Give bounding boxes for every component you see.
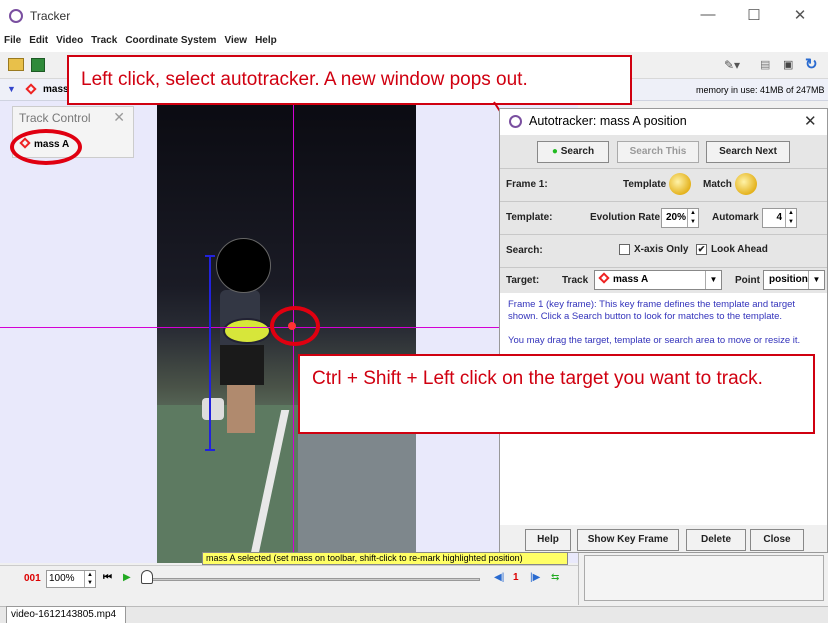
instruction-callout-top: Left click, select autotracker. A new wi…: [67, 55, 632, 105]
title-bar: Tracker — ☐ ✕: [0, 0, 828, 32]
table-placeholder: [584, 555, 824, 601]
triangle-down-icon[interactable]: ▼: [7, 84, 16, 94]
player-shorts: [220, 345, 264, 385]
target-highlight-circle: [270, 306, 320, 346]
play-icon[interactable]: ▶: [123, 572, 131, 583]
spinner-arrows-icon[interactable]: ▲ ▼: [687, 209, 698, 227]
menu-track[interactable]: Track: [87, 32, 121, 50]
track-label: Track: [562, 275, 589, 286]
help-button[interactable]: Help: [525, 529, 571, 551]
target-row-label: Target:: [506, 275, 540, 286]
slider-track[interactable]: [147, 578, 480, 581]
memory-label: memory in use: 41MB of 247MB: [696, 85, 825, 95]
calibration-top-tick: [205, 255, 215, 257]
open-folder-icon[interactable]: [8, 58, 24, 71]
autotracker-dialog: Autotracker: mass A position ✕ ● Search …: [499, 108, 828, 553]
frame-row: Frame 1: Template Match: [500, 169, 827, 202]
menu-edit[interactable]: Edit: [25, 32, 52, 50]
status-tooltip: mass A selected (set mass on toolbar, sh…: [202, 552, 568, 565]
player-bar: 001 100% ▲ ▼ ⏮ ▶ ◀| 1 |▶ ⇆: [0, 565, 578, 591]
template-row: Template: Evolution Rate 20% ▲ ▼ Automark …: [500, 202, 827, 235]
save-icon[interactable]: [31, 58, 45, 72]
search-row-label: Search:: [506, 245, 543, 256]
point-label: Point: [735, 275, 760, 286]
data-table-panel: [578, 553, 828, 605]
template-row-label: Template:: [506, 212, 553, 223]
checkbox-checked-icon: ✔: [696, 244, 707, 255]
template-thumbnail[interactable]: [669, 173, 691, 195]
track-name-label[interactable]: mass: [43, 84, 69, 95]
search-this-button[interactable]: Search This: [617, 141, 699, 163]
file-tab[interactable]: video-1612143805.mp4: [6, 606, 126, 623]
notes-icon[interactable]: ▤: [760, 58, 770, 71]
automark-label: Automark: [712, 212, 759, 223]
menu-bar: File Edit Video Track Coordinate System View H…: [0, 32, 828, 52]
window-title: Tracker: [30, 9, 71, 23]
frame-label: Frame 1:: [506, 179, 548, 190]
autotracker-title: Autotracker: mass A position: [529, 114, 687, 128]
match-thumbnail: [735, 173, 757, 195]
dropdown-arrow-icon: ▼: [705, 271, 721, 289]
close-button[interactable]: ✕: [790, 6, 810, 24]
evolution-rate-label: Evolution Rate: [590, 212, 661, 223]
green-dot-icon: ●: [551, 146, 558, 157]
mass-highlight-circle: [10, 129, 82, 165]
point-select[interactable]: position ▼: [763, 270, 825, 290]
step-back-icon[interactable]: ◀|: [494, 572, 504, 583]
instruction-callout-bottom: Ctrl + Shift + Left click on the target …: [298, 354, 815, 434]
look-ahead-checkbox[interactable]: ✔ Look Ahead: [696, 244, 768, 255]
search-button[interactable]: ● Search: [537, 141, 609, 163]
step-forward-icon[interactable]: |▶: [530, 572, 540, 583]
spinner-arrows-icon[interactable]: ▲ ▼: [785, 209, 796, 227]
step-size[interactable]: 1: [513, 572, 519, 583]
match-label: Match: [703, 179, 732, 190]
face-redaction: [216, 238, 271, 293]
calibration-stick[interactable]: [209, 255, 211, 450]
evolution-rate-spinner[interactable]: 20% ▲ ▼: [661, 208, 699, 228]
close-dialog-button[interactable]: Close: [750, 529, 804, 551]
track-select[interactable]: mass A ▼: [594, 270, 722, 290]
search-next-button[interactable]: Search Next: [706, 141, 790, 163]
info-line-2: You may drag the target, template or sea…: [508, 335, 801, 346]
automark-spinner[interactable]: 4 ▲ ▼: [762, 208, 797, 228]
slider-thumb[interactable]: [141, 570, 153, 584]
refresh-icon[interactable]: ↻: [805, 55, 818, 73]
info-line-1: Frame 1 (key frame): This key frame defi…: [508, 299, 796, 322]
show-key-frame-button[interactable]: Show Key Frame: [577, 529, 679, 551]
reset-icon[interactable]: ⏮: [103, 572, 112, 583]
menu-video[interactable]: Video: [52, 32, 87, 50]
zoom-field[interactable]: 100% ▲ ▼: [46, 570, 96, 588]
template-label: Template: [623, 179, 667, 190]
target-row: Target: Track mass A ▼ Point position ▼: [500, 268, 827, 295]
minimize-button[interactable]: —: [698, 6, 718, 23]
dialog-close-icon[interactable]: ✕: [804, 112, 817, 130]
menu-coordinate-system[interactable]: Coordinate System: [121, 32, 220, 50]
tennis-racket: [223, 318, 271, 344]
tracker-app-icon: [9, 9, 23, 23]
menu-view[interactable]: View: [220, 32, 251, 50]
pencil-icon[interactable]: ✎▾: [724, 58, 740, 72]
x-axis-only-checkbox[interactable]: X-axis Only: [619, 244, 688, 255]
calibration-bottom-tick: [205, 449, 215, 451]
ball-bag: [202, 398, 224, 420]
track-diamond-icon: [25, 83, 40, 96]
maximize-button[interactable]: ☐: [744, 6, 764, 24]
court-surface: [298, 415, 416, 563]
autotracker-header: Autotracker: mass A position ✕: [500, 109, 827, 135]
menu-file[interactable]: File: [0, 32, 25, 50]
delete-button[interactable]: Delete: [686, 529, 746, 551]
frame-counter[interactable]: 001: [24, 573, 41, 584]
window-icon[interactable]: ▣: [783, 58, 793, 71]
loop-icon[interactable]: ⇆: [551, 572, 559, 583]
track-control-close-icon[interactable]: ✕: [113, 109, 125, 126]
menu-help[interactable]: Help: [251, 32, 281, 50]
search-row-buttons: ● Search Search This Search Next: [500, 135, 827, 169]
track-control-title: Track Control: [19, 111, 91, 125]
tracker-dialog-icon: [509, 115, 522, 128]
spinner-arrows-icon[interactable]: ▲ ▼: [84, 571, 95, 587]
checkbox-empty-icon: [619, 244, 630, 255]
dropdown-arrow-icon: ▼: [808, 271, 824, 289]
diamond-icon: [598, 272, 610, 284]
search-options-row: Search: X-axis Only ✔ Look Ahead: [500, 235, 827, 268]
